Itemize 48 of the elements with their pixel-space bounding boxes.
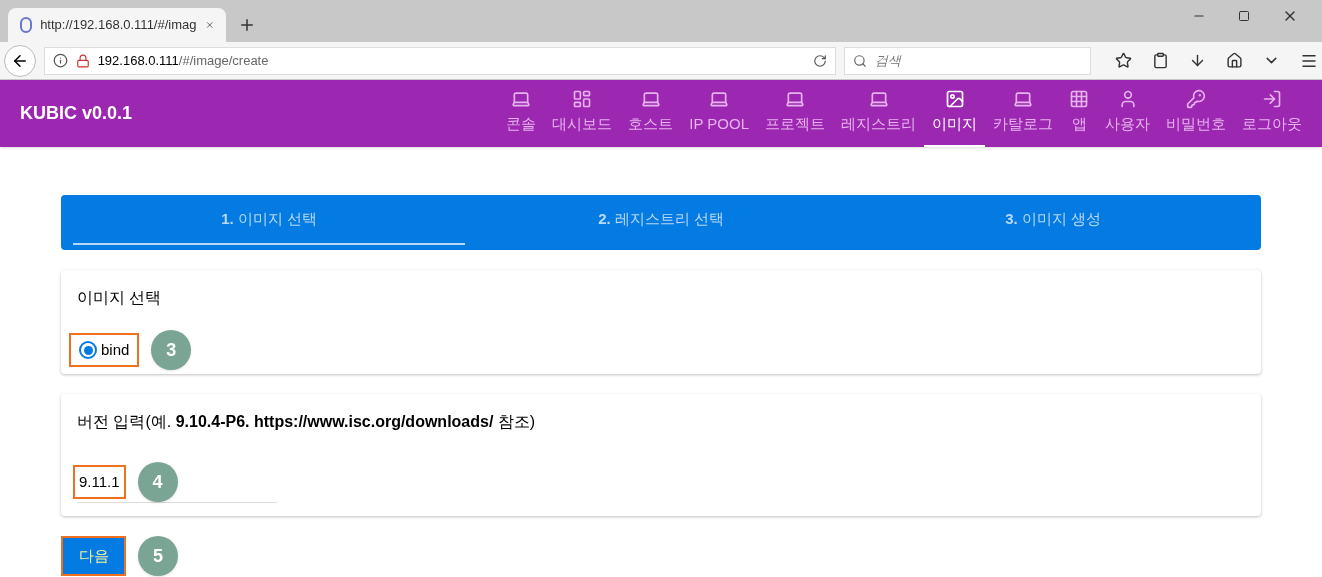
nav-item[interactable]: 대시보드	[544, 80, 621, 147]
brand-title: KUBIC v0.0.1	[20, 102, 133, 125]
download-icon[interactable]	[1189, 52, 1206, 69]
card-title: 이미지 선택	[77, 288, 163, 308]
step-badge: 5	[138, 536, 178, 576]
reload-icon[interactable]	[812, 53, 827, 68]
step-badge: 4	[137, 462, 178, 502]
tab-title: http://192.168.0.111/#/imag	[40, 16, 197, 35]
new-tab-icon[interactable]	[238, 16, 256, 34]
nav-item[interactable]: IP POOL	[681, 80, 757, 147]
lock-icon	[75, 53, 90, 68]
star-icon[interactable]	[1115, 52, 1132, 69]
nav-item[interactable]: 레지스트리	[833, 80, 924, 147]
dashboard-icon	[572, 89, 593, 110]
nav-item[interactable]: 호스트	[620, 80, 682, 147]
favicon-icon	[20, 17, 33, 33]
nav-item[interactable]: 로그아웃	[1234, 80, 1310, 147]
card-title: 버전 입력(예. 9.10.4-P6. https://www.isc.org/downloads/ 참조)	[77, 412, 537, 432]
step-tab[interactable]: 2. 레지스트리 선택	[465, 195, 857, 245]
clipboard-icon[interactable]	[1152, 52, 1169, 69]
laptop-icon	[1013, 89, 1033, 110]
search-placeholder: 검색	[874, 51, 901, 70]
nav-item[interactable]: 카탈로그	[985, 80, 1061, 147]
version-field[interactable]: 9.11.1	[73, 465, 126, 499]
nav-item[interactable]: 앱	[1061, 80, 1097, 147]
nav-item[interactable]: 이미지	[924, 80, 985, 147]
next-button[interactable]: 다음	[61, 536, 126, 576]
home-icon[interactable]	[1226, 52, 1243, 69]
search-icon	[852, 53, 867, 68]
nav-item[interactable]: 콘솔	[498, 80, 545, 147]
logout-icon	[1262, 89, 1282, 110]
url-text: 192.168.0.111/#/image/create	[97, 51, 269, 70]
key-icon	[1186, 89, 1206, 110]
nav-item[interactable]: 비밀번호	[1158, 80, 1234, 147]
address-field[interactable]: 192.168.0.111/#/image/create	[43, 46, 836, 75]
info-icon	[52, 53, 68, 68]
nav-item[interactable]: 프로젝트	[757, 80, 833, 147]
search-field[interactable]: 검색	[843, 46, 1091, 75]
step-tab[interactable]: 1. 이미지 선택	[73, 195, 465, 245]
step-badge: 3	[151, 330, 192, 370]
back-button[interactable]	[4, 44, 36, 77]
step-tab[interactable]: 3. 이미지 생성	[857, 195, 1249, 245]
radio-option[interactable]: bind	[69, 333, 140, 367]
maximize-icon[interactable]	[1238, 10, 1250, 22]
image-icon	[944, 89, 965, 110]
browser-tab[interactable]: http://192.168.0.111/#/imag	[8, 8, 226, 42]
grid-icon	[1069, 89, 1089, 110]
nav-item[interactable]: 사용자	[1097, 80, 1158, 147]
